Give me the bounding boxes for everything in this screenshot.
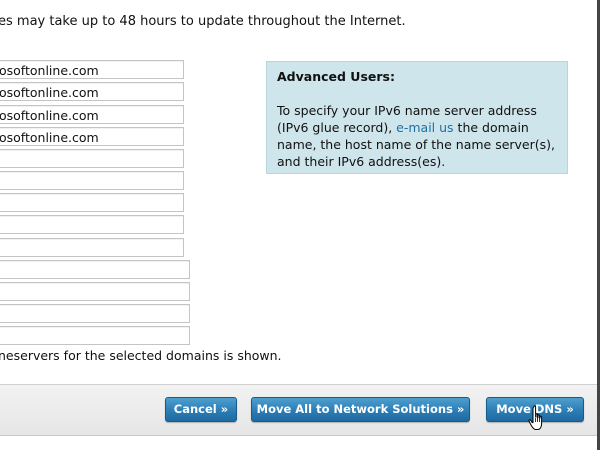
nameserver-field-3[interactable] bbox=[0, 105, 184, 124]
nameservers-footnote: neservers for the selected domains is sh… bbox=[0, 348, 282, 363]
ip-address-field-4[interactable] bbox=[0, 326, 190, 345]
nameserver-field-7[interactable] bbox=[0, 193, 184, 212]
ip-address-field-2[interactable] bbox=[0, 282, 190, 301]
advanced-users-title: Advanced Users: bbox=[277, 69, 395, 84]
nameserver-field-4[interactable] bbox=[0, 127, 184, 146]
cancel-button[interactable]: Cancel » bbox=[165, 397, 237, 422]
ip-address-field-3[interactable] bbox=[0, 304, 190, 323]
email-us-link[interactable]: e-mail us bbox=[396, 120, 453, 135]
hand-pointer-icon bbox=[528, 405, 543, 430]
nameserver-field-9[interactable] bbox=[0, 238, 184, 257]
nameserver-field-2[interactable] bbox=[0, 82, 184, 101]
ip-address-field-1[interactable] bbox=[0, 260, 190, 279]
nameserver-field-8[interactable] bbox=[0, 215, 184, 234]
move-all-button[interactable]: Move All to Network Solutions » bbox=[251, 397, 470, 422]
nameserver-field-6[interactable] bbox=[0, 171, 184, 190]
nameserver-field-5[interactable] bbox=[0, 149, 184, 168]
propagation-notice: es may take up to 48 hours to update thr… bbox=[0, 14, 406, 29]
advanced-users-text: To specify your IPv6 name server address… bbox=[277, 102, 559, 170]
advanced-users-panel: Advanced Users: To specify your IPv6 nam… bbox=[266, 61, 568, 174]
nameserver-field-1[interactable] bbox=[0, 60, 184, 79]
